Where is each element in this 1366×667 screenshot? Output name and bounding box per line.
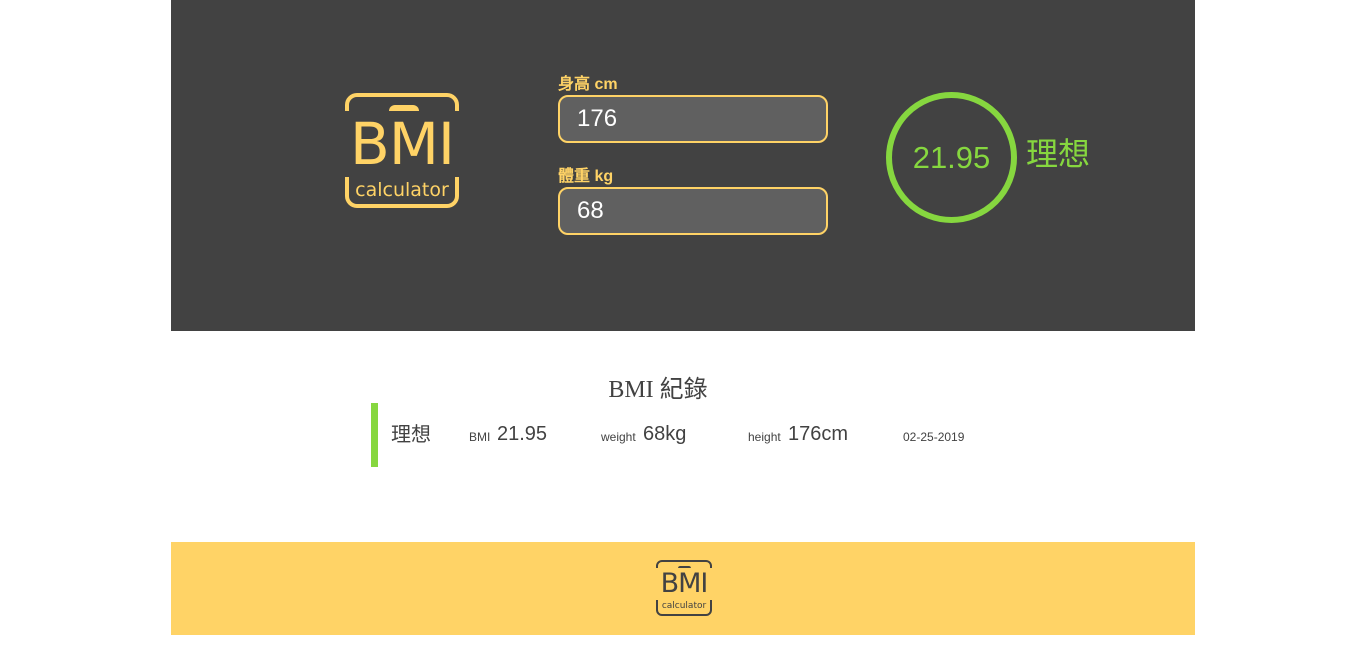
height-label: 身高 cm xyxy=(558,76,618,93)
record-row: 理想 BMI 21.95 weight 68kg height 176cm 02… xyxy=(371,403,991,467)
record-height-value: 176cm xyxy=(788,423,849,445)
record-bmi-label: BMI xyxy=(469,430,491,444)
result-status: 理想 xyxy=(1026,136,1091,172)
page: BMI calculator 身高 cm 體重 kg 21.95 理想 BMI … xyxy=(0,0,1366,667)
logo-title: BMI xyxy=(343,111,461,177)
bmi-calculator-logo: BMI calculator xyxy=(343,93,461,208)
weight-label: 體重 kg xyxy=(558,168,614,185)
footer: BMI calculator xyxy=(171,542,1195,635)
record-weight-value: 68kg xyxy=(643,423,687,445)
footer-logo-subtitle: calculator xyxy=(661,601,707,611)
header: BMI calculator 身高 cm 體重 kg 21.95 理想 xyxy=(171,0,1195,331)
logo-subtitle: calculator xyxy=(355,179,449,201)
records-title: BMI 紀錄 xyxy=(608,377,708,403)
result-bmi-value: 21.95 xyxy=(912,139,991,175)
record-date: 02-25-2019 xyxy=(903,430,965,444)
footer-logo: BMI calculator xyxy=(654,560,714,616)
result-button[interactable]: 21.95 xyxy=(886,92,1017,223)
height-input[interactable] xyxy=(558,95,828,143)
record-bmi-value: 21.95 xyxy=(497,423,548,445)
record-status: 理想 xyxy=(391,424,431,446)
status-indicator-bar xyxy=(371,403,378,467)
record-weight-label: weight xyxy=(601,430,636,444)
weight-input[interactable] xyxy=(558,187,828,235)
record-height-label: height xyxy=(748,430,781,444)
footer-logo-title: BMI xyxy=(654,568,714,600)
